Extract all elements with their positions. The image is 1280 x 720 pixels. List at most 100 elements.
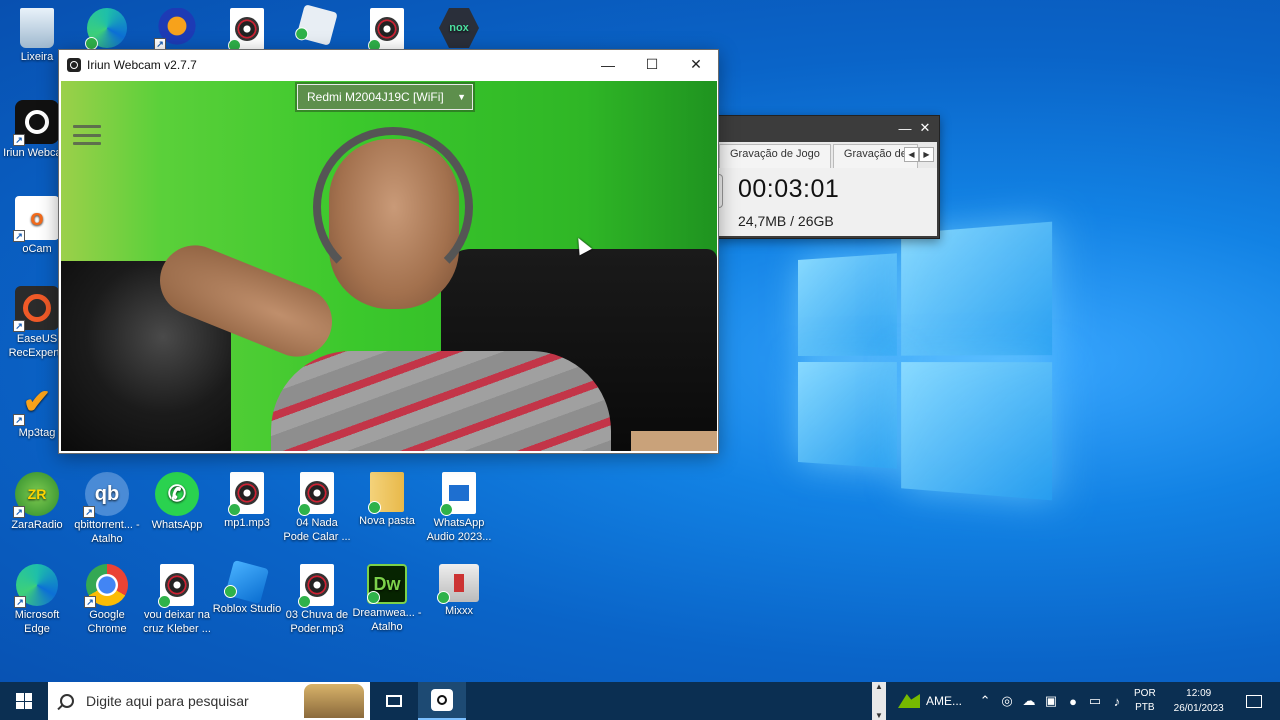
desktop-icon-dreamweaver[interactable]: Dw Dreamwea... - Atalho <box>352 564 422 634</box>
search-placeholder: Digite aqui para pesquisar <box>86 693 249 709</box>
audio-file-icon <box>298 472 334 516</box>
taskbar: Digite aqui para pesquisar ▲ ▼ AME... ⌃ … <box>0 682 1280 720</box>
recording-size: 24,7MB / 26GB <box>738 213 834 229</box>
search-icon <box>60 694 74 708</box>
device-select[interactable]: Redmi M2004J19C [WiFi] ▼ <box>297 84 473 110</box>
maximize-button[interactable]: ☐ <box>630 50 674 79</box>
taskbar-iriun-webcam[interactable] <box>418 682 466 720</box>
desktop-icon-zararadio[interactable]: ZR ↗ ZaraRadio <box>2 472 72 532</box>
desktop-icon-google-chrome[interactable]: ↗ Google Chrome <box>72 564 142 636</box>
ocam-status-panel: 00:03:01 24,7MB / 26GB <box>717 168 937 236</box>
iriun-webcam-window[interactable]: Iriun Webcam v2.7.7 — ☐ ✕ Redmi M2004J19… <box>58 49 719 454</box>
tab-scroll-right-button[interactable]: ▶ <box>919 147 934 162</box>
system-tray: AME... ⌃ ◎ ☁ ▣ ● ▭ ♪ POR PTB 12:09 26/01… <box>898 682 1274 720</box>
media-file-icon <box>440 472 476 516</box>
language-indicator[interactable]: POR PTB <box>1134 687 1156 715</box>
minimize-button[interactable]: — <box>586 50 630 79</box>
edge-icon: ↗ <box>14 564 58 608</box>
iriun-icon <box>431 689 453 711</box>
desktop-icon-mp3-file-2[interactable] <box>352 8 422 52</box>
tab-gravacao-de-jogo[interactable]: Gravação de Jogo <box>719 144 831 168</box>
scroll-up-icon[interactable]: ▲ <box>875 682 883 691</box>
show-hidden-icons-icon[interactable]: ⌃ <box>974 693 996 709</box>
iriun-titlebar[interactable]: Iriun Webcam v2.7.7 — ☐ ✕ <box>59 50 718 79</box>
desktop-icon-nox[interactable]: nox <box>424 8 494 50</box>
cloud-icon[interactable]: ☁ <box>1018 693 1040 709</box>
desktop-icon-audacity[interactable]: ↗ <box>142 8 212 50</box>
desktop-icon-whatsapp-audio[interactable]: WhatsApp Audio 2023... <box>424 472 494 544</box>
ocam-tab-bar: Gravação de Jogo Gravação de ◀ ▶ <box>719 142 937 168</box>
ocam-recording-widget[interactable]: — ✕ Gravação de Jogo Gravação de ◀ ▶ 00:… <box>716 115 940 239</box>
audio-file-icon <box>228 8 264 52</box>
windows-wallpaper-logo <box>798 221 1053 501</box>
notification-icon <box>1245 694 1262 708</box>
clock-time: 12:09 <box>1186 688 1212 699</box>
ocam-header: — ✕ <box>717 116 939 140</box>
taskbar-search[interactable]: Digite aqui para pesquisar <box>48 682 370 720</box>
desktop-icon-microsoft-edge[interactable]: ↗ Microsoft Edge <box>2 564 72 636</box>
taskbar-overflow-scroll[interactable]: ▲ ▼ <box>872 682 886 720</box>
window-title: Iriun Webcam v2.7.7 <box>87 57 197 72</box>
whatsapp-icon: ✆ <box>155 472 199 516</box>
task-view-icon <box>386 695 402 707</box>
audacity-icon: ↗ <box>154 8 198 50</box>
ocam-minimize-button[interactable]: — <box>895 121 915 136</box>
easeus-recexperts-icon: ↗ <box>13 286 59 332</box>
start-button[interactable] <box>0 682 48 720</box>
nvidia-tray-item[interactable]: AME... <box>898 694 962 708</box>
audio-file-icon <box>228 472 264 516</box>
roblox-studio-icon <box>223 559 270 605</box>
desk-shape <box>631 431 717 451</box>
clock[interactable]: 12:09 26/01/2023 <box>1164 686 1234 716</box>
audio-file-icon <box>368 8 404 52</box>
audio-file-icon <box>158 564 194 608</box>
camera-icon[interactable]: ▣ <box>1040 693 1062 709</box>
nvidia-label: AME... <box>926 694 963 708</box>
roblox-icon <box>295 4 338 46</box>
mixxx-icon <box>437 564 479 604</box>
desktop-icon-edge-top[interactable] <box>72 8 142 50</box>
webcam-preview: Redmi M2004J19C [WiFi] ▼ <box>61 81 717 451</box>
desktop-icon-nova-pasta[interactable]: Nova pasta <box>352 472 422 528</box>
menu-icon[interactable] <box>73 125 101 145</box>
clock-date: 26/01/2023 <box>1173 703 1224 714</box>
nox-icon: nox <box>439 8 479 48</box>
windows-start-icon <box>16 693 32 709</box>
headphones-shape <box>313 127 473 287</box>
desktop-icon-mp1[interactable]: mp1.mp3 <box>212 472 282 530</box>
desktop-icon-nada-pode-calar[interactable]: 04 Nada Pode Calar ... <box>282 472 352 544</box>
device-select-value: Redmi M2004J19C [WiFi] <box>307 90 444 104</box>
desktop-icon-whatsapp[interactable]: ✆ WhatsApp <box>142 472 212 532</box>
audio-file-icon <box>298 564 334 608</box>
ocam-close-button[interactable]: ✕ <box>915 120 935 136</box>
desktop-icon-vou-deixar-na-cruz[interactable]: vou deixar na cruz Kleber ... <box>142 564 212 636</box>
desktop-icon-chuva-de-poder[interactable]: 03 Chuva de Poder.mp3 <box>282 564 352 636</box>
edge-icon <box>85 8 127 50</box>
shirt-shape <box>271 351 611 451</box>
desktop-icon-mixxx[interactable]: Mixxx <box>424 564 494 618</box>
nvidia-icon <box>898 694 920 708</box>
keyboard-layout: PTB <box>1135 702 1155 713</box>
scroll-down-icon[interactable]: ▼ <box>875 711 883 720</box>
iriun-tray-icon[interactable]: ◎ <box>996 693 1018 709</box>
iriun-app-icon <box>67 57 81 72</box>
desktop-icon-mp3-file-1[interactable] <box>212 8 282 52</box>
ocam-icon: o ↗ <box>13 196 59 242</box>
notification-center-button[interactable] <box>1234 694 1274 708</box>
recycle-bin-icon <box>20 8 54 48</box>
tab-scroll-left-button[interactable]: ◀ <box>904 147 919 162</box>
desktop-icon-qbittorrent[interactable]: qb ↗ qbittorrent... - Atalho <box>72 472 142 546</box>
desktop-icon-roblox[interactable] <box>282 4 352 46</box>
tab-scroll-controls: ◀ ▶ <box>904 147 934 162</box>
dreamweaver-icon: Dw <box>367 564 407 604</box>
language-code: POR <box>1134 688 1156 699</box>
task-view-button[interactable] <box>370 682 418 720</box>
iriun-icon: ↗ <box>13 100 59 146</box>
recording-time: 00:03:01 <box>738 175 840 203</box>
network-icon[interactable]: ▭ <box>1084 693 1106 709</box>
desktop-icon-roblox-studio[interactable]: Roblox Studio <box>212 559 282 616</box>
microphone-icon[interactable]: ● <box>1062 694 1084 709</box>
close-button[interactable]: ✕ <box>674 50 718 79</box>
volume-icon[interactable]: ♪ <box>1106 694 1128 709</box>
zararadio-icon: ZR ↗ <box>13 472 59 518</box>
